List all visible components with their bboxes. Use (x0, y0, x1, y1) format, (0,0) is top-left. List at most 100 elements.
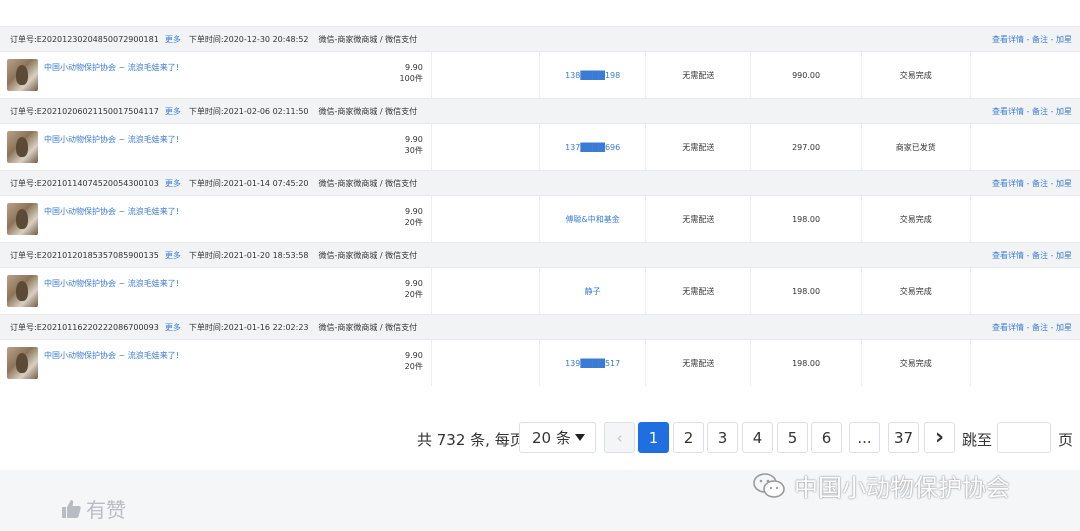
status-cell: 交易完成 (862, 268, 971, 314)
order-channel: 微信-商家微商城 / 微信支付 (318, 322, 418, 332)
blank-cell (971, 52, 1080, 98)
goods-cell: 中国小动物保护协会 ~ 流浪毛娃来了! 9.90 20件 (0, 340, 432, 386)
page-button-6[interactable]: 6 (811, 422, 842, 453)
order-no-label: 订单号: (10, 250, 37, 260)
goods-qty: 20件 (404, 362, 423, 371)
goods-thumbnail[interactable] (7, 347, 38, 379)
buyer-link[interactable]: 傅聪&中和基金 (539, 196, 647, 242)
buyer-link[interactable]: 137████696 (539, 124, 647, 170)
goods-thumbnail[interactable] (7, 59, 38, 91)
order-actions-link[interactable]: 查看详情 - 备注 - 加星 (992, 178, 1072, 189)
more-link[interactable]: 更多 (165, 106, 181, 117)
more-link[interactable]: 更多 (165, 322, 181, 333)
order-actions-link[interactable]: 查看详情 - 备注 - 加星 (992, 34, 1072, 45)
goods-title-link[interactable]: 中国小动物保护协会 ~ 流浪毛娃来了! (44, 134, 179, 145)
order-no: E20210116220222086700093 (36, 322, 159, 332)
page-button-5[interactable]: 5 (777, 422, 808, 453)
goods-cell: 中国小动物保护协会 ~ 流浪毛娃来了! 9.90 100件 (0, 52, 432, 98)
order-block: 订单号: E20210114074520054300103 更多 下单时间: 2… (0, 170, 1080, 242)
blank-cell (432, 196, 539, 242)
more-link[interactable]: 更多 (165, 250, 181, 261)
goods-qty: 30件 (404, 146, 423, 155)
jump-page-input[interactable] (997, 422, 1051, 453)
goods-price: 9.90 (405, 63, 423, 72)
delivery-cell: 无需配送 (646, 52, 752, 98)
amount-cell: 297.00 (751, 124, 862, 170)
amount-cell: 990.00 (751, 52, 862, 98)
goods-title-link[interactable]: 中国小动物保护协会 ~ 流浪毛娃来了! (44, 206, 179, 217)
goods-thumbnail[interactable] (7, 203, 38, 235)
page-button-4[interactable]: 4 (742, 422, 773, 453)
order-actions-link[interactable]: 查看详情 - 备注 - 加星 (992, 322, 1072, 333)
next-page-button[interactable]: › (924, 422, 955, 453)
goods-qty: 100件 (399, 74, 423, 83)
buyer-link[interactable]: 139████517 (539, 340, 647, 386)
order-block: 订单号: E20210116220222086700093 更多 下单时间: 2… (0, 314, 1080, 386)
blank-cell (971, 268, 1080, 314)
order-no-label: 订单号: (10, 178, 37, 188)
goods-title-link[interactable]: 中国小动物保护协会 ~ 流浪毛娃来了! (44, 350, 179, 361)
order-channel: 微信-商家微商城 / 微信支付 (318, 34, 418, 44)
status-cell: 交易完成 (862, 340, 971, 386)
amount-cell: 198.00 (751, 268, 862, 314)
prev-page-button[interactable]: ‹ (604, 422, 635, 453)
price-qty: 9.90 100件 (400, 59, 423, 84)
page-button-3[interactable]: 3 (707, 422, 738, 453)
amount-cell: 198.00 (751, 196, 862, 242)
buyer-link[interactable]: 静子 (539, 268, 647, 314)
blank-cell (971, 124, 1080, 170)
order-time: 2020-12-30 20:48:52 (223, 34, 309, 44)
more-link[interactable]: 更多 (165, 34, 181, 45)
order-header: 订单号: E20210116220222086700093 更多 下单时间: 2… (0, 314, 1080, 340)
blank-cell (432, 268, 539, 314)
goods-price: 9.90 (405, 279, 423, 288)
page-button-2[interactable]: 2 (673, 422, 704, 453)
price-qty: 9.90 20件 (405, 347, 423, 372)
order-block: 订单号: E20201230204850072900181 更多 下单时间: 2… (0, 26, 1080, 98)
order-header: 订单号: E20210114074520054300103 更多 下单时间: 2… (0, 170, 1080, 196)
goods-title-link[interactable]: 中国小动物保护协会 ~ 流浪毛娃来了! (44, 278, 179, 289)
goods-cell: 中国小动物保护协会 ~ 流浪毛娃来了! 9.90 30件 (0, 124, 432, 170)
page-button-last[interactable]: 37 (888, 422, 919, 453)
delivery-cell: 无需配送 (646, 340, 752, 386)
order-no: E20201230204850072900181 (36, 34, 159, 44)
goods-thumbnail[interactable] (7, 275, 38, 307)
delivery-cell: 无需配送 (646, 124, 752, 170)
thumbs-up-icon (62, 499, 81, 518)
order-header: 订单号: E20201230204850072900181 更多 下单时间: 2… (0, 26, 1080, 52)
more-link[interactable]: 更多 (165, 178, 181, 189)
pagination: 共 732 条, 每页 20 条 ‹ 1 2 3 4 5 6 ... 37 › … (0, 422, 1080, 454)
status-cell: 交易完成 (862, 52, 971, 98)
order-time: 2021-02-06 02:11:50 (223, 106, 309, 116)
order-no-label: 订单号: (10, 106, 37, 116)
goods-cell: 中国小动物保护协会 ~ 流浪毛娃来了! 9.90 20件 (0, 196, 432, 242)
order-no: E20210206021150017504117 (36, 106, 159, 116)
page-size-select[interactable]: 20 条 (519, 422, 596, 453)
goods-title-link[interactable]: 中国小动物保护协会 ~ 流浪毛娃来了! (44, 62, 179, 73)
buyer-link[interactable]: 138████198 (539, 52, 647, 98)
orders-panel: 订单号: E20201230204850072900181 更多 下单时间: 2… (0, 0, 1080, 470)
order-list: 订单号: E20201230204850072900181 更多 下单时间: 2… (0, 26, 1080, 386)
page-button-1[interactable]: 1 (638, 422, 669, 453)
status-cell: 商家已发货 (862, 124, 971, 170)
page-ellipsis-button[interactable]: ... (849, 422, 880, 453)
order-row: 中国小动物保护协会 ~ 流浪毛娃来了! 9.90 20件 139████517 … (0, 340, 1080, 386)
order-row: 中国小动物保护协会 ~ 流浪毛娃来了! 9.90 100件 138████198… (0, 52, 1080, 98)
order-header: 订单号: E20210206021150017504117 更多 下单时间: 2… (0, 98, 1080, 124)
order-no: E20210114074520054300103 (36, 178, 159, 188)
goods-cell: 中国小动物保护协会 ~ 流浪毛娃来了! 9.90 20件 (0, 268, 432, 314)
order-header: 订单号: E20210120185357085900135 更多 下单时间: 2… (0, 242, 1080, 268)
total-count-label: 共 732 条, 每页 (417, 431, 525, 449)
order-actions-link[interactable]: 查看详情 - 备注 - 加星 (992, 106, 1072, 117)
goods-thumbnail[interactable] (7, 131, 38, 163)
goods-price: 9.90 (405, 207, 423, 216)
goods-qty: 20件 (404, 290, 423, 299)
order-row: 中国小动物保护协会 ~ 流浪毛娃来了! 9.90 20件 傅聪&中和基金 无需配… (0, 196, 1080, 242)
order-time-label: 下单时间: (188, 178, 224, 188)
order-no-label: 订单号: (10, 322, 37, 332)
order-channel: 微信-商家微商城 / 微信支付 (318, 250, 418, 260)
order-block: 订单号: E20210206021150017504117 更多 下单时间: 2… (0, 98, 1080, 170)
delivery-cell: 无需配送 (646, 196, 752, 242)
order-actions-link[interactable]: 查看详情 - 备注 - 加星 (992, 250, 1072, 261)
order-row: 中国小动物保护协会 ~ 流浪毛娃来了! 9.90 30件 137████696 … (0, 124, 1080, 170)
